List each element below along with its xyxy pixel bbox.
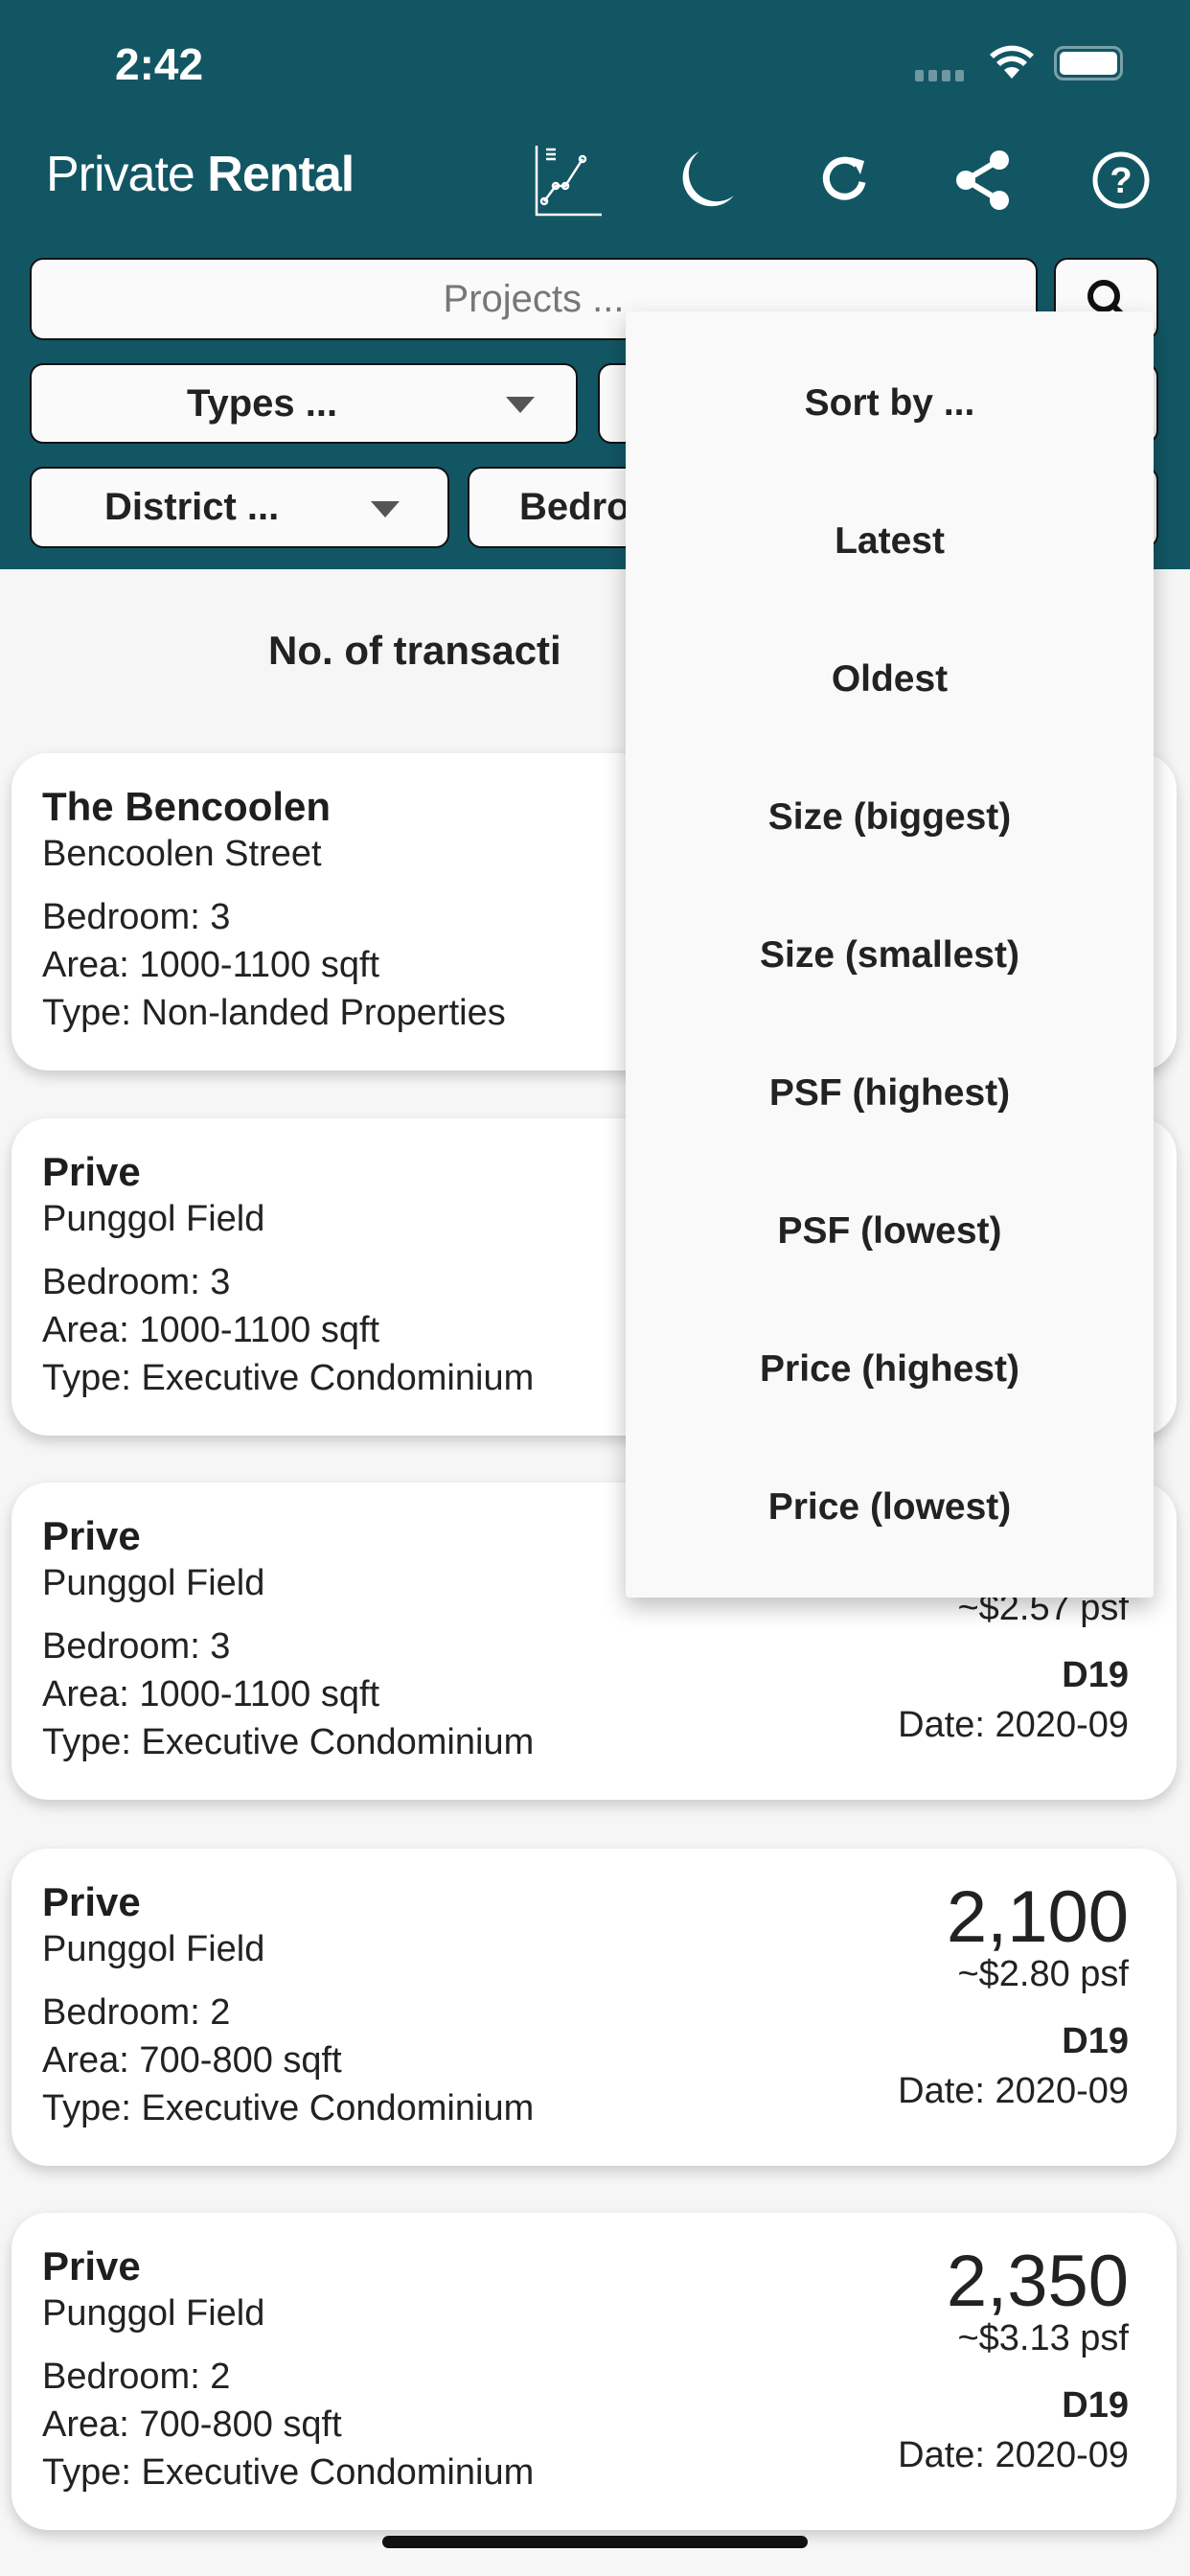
street: Punggol Field: [42, 1929, 265, 1969]
sort-option[interactable]: Size (smallest): [626, 886, 1154, 1024]
wifi-icon: [990, 45, 1034, 79]
share-icon[interactable]: [947, 144, 1019, 217]
project-name: Prive: [42, 2243, 141, 2288]
district-dropdown[interactable]: District ...: [30, 467, 449, 548]
cellular-signal-icon: [915, 70, 964, 81]
bedroom-label: Bedro: [519, 486, 630, 528]
chevron-down-icon: [371, 501, 400, 518]
battery-icon: [1054, 46, 1123, 80]
app-title: Private Rental: [46, 147, 355, 202]
street: Punggol Field: [42, 1199, 265, 1239]
district-code: D19: [1062, 1655, 1129, 1695]
refresh-icon[interactable]: [809, 144, 881, 217]
bedroom: Bedroom: 3: [42, 1626, 231, 1667]
property-type: Type: Non-landed Properties: [42, 993, 506, 1033]
types-label: Types ...: [187, 381, 338, 425]
bedroom: Bedroom: 3: [42, 1262, 231, 1302]
rent-price: 2,100: [946, 1876, 1129, 1958]
property-type: Type: Executive Condominium: [42, 1358, 535, 1398]
chart-icon[interactable]: [533, 144, 606, 217]
bedroom: Bedroom: 3: [42, 897, 231, 937]
project-name: Prive: [42, 1513, 141, 1558]
area: Area: 700-800 sqft: [42, 2040, 342, 2081]
transaction-date: Date: 2020-09: [898, 1705, 1129, 1745]
sort-option[interactable]: PSF (lowest): [626, 1162, 1154, 1300]
types-dropdown[interactable]: Types ...: [30, 363, 578, 444]
transaction-card[interactable]: Prive Punggol Field Bedroom: 2 Area: 700…: [11, 2213, 1177, 2530]
status-time: 2:42: [115, 39, 204, 89]
street: Punggol Field: [42, 2293, 265, 2334]
sort-option[interactable]: Price (highest): [626, 1300, 1154, 1438]
bedroom: Bedroom: 2: [42, 1992, 231, 2033]
transaction-card[interactable]: Prive Punggol Field Bedroom: 2 Area: 700…: [11, 1849, 1177, 2166]
transaction-count: No. of transacti: [268, 628, 561, 673]
property-type: Type: Executive Condominium: [42, 2452, 535, 2493]
sort-option[interactable]: Size (biggest): [626, 748, 1154, 886]
bedroom: Bedroom: 2: [42, 2357, 231, 2397]
area: Area: 700-800 sqft: [42, 2404, 342, 2445]
transaction-date: Date: 2020-09: [898, 2435, 1129, 2475]
property-type: Type: Executive Condominium: [42, 1722, 535, 1762]
area: Area: 1000-1100 sqft: [42, 945, 380, 985]
search-placeholder: Projects ...: [443, 277, 625, 320]
sort-menu-header: Sort by ...: [804, 382, 975, 424]
project-name: Prive: [42, 1879, 141, 1924]
price-psf: ~$3.13 psf: [957, 2318, 1129, 2358]
street: Punggol Field: [42, 1563, 265, 1603]
sort-menu: Sort by ... Latest Oldest Size (biggest) Siz…: [626, 311, 1154, 1598]
project-name: Prive: [42, 1149, 141, 1194]
help-icon[interactable]: ?: [1085, 144, 1157, 217]
district-code: D19: [1062, 2385, 1129, 2426]
sort-option[interactable]: Latest: [626, 472, 1154, 610]
area: Area: 1000-1100 sqft: [42, 1674, 380, 1714]
district-label: District ...: [104, 486, 280, 528]
project-name: The Bencoolen: [42, 784, 332, 829]
chevron-down-icon: [506, 397, 535, 413]
transaction-date: Date: 2020-09: [898, 2071, 1129, 2111]
street: Bencoolen Street: [42, 834, 322, 874]
rent-price: 2,350: [946, 2241, 1129, 2322]
sort-option[interactable]: Price (lowest): [626, 1438, 1154, 1576]
property-type: Type: Executive Condominium: [42, 2088, 535, 2128]
district-code: D19: [1062, 2021, 1129, 2061]
moon-icon[interactable]: [671, 144, 744, 217]
home-indicator[interactable]: [382, 2536, 808, 2548]
sort-option[interactable]: PSF (highest): [626, 1024, 1154, 1162]
area: Area: 1000-1100 sqft: [42, 1310, 380, 1350]
sort-option[interactable]: Oldest: [626, 610, 1154, 748]
price-psf: ~$2.80 psf: [957, 1954, 1129, 1994]
svg-text:?: ?: [1110, 161, 1132, 201]
